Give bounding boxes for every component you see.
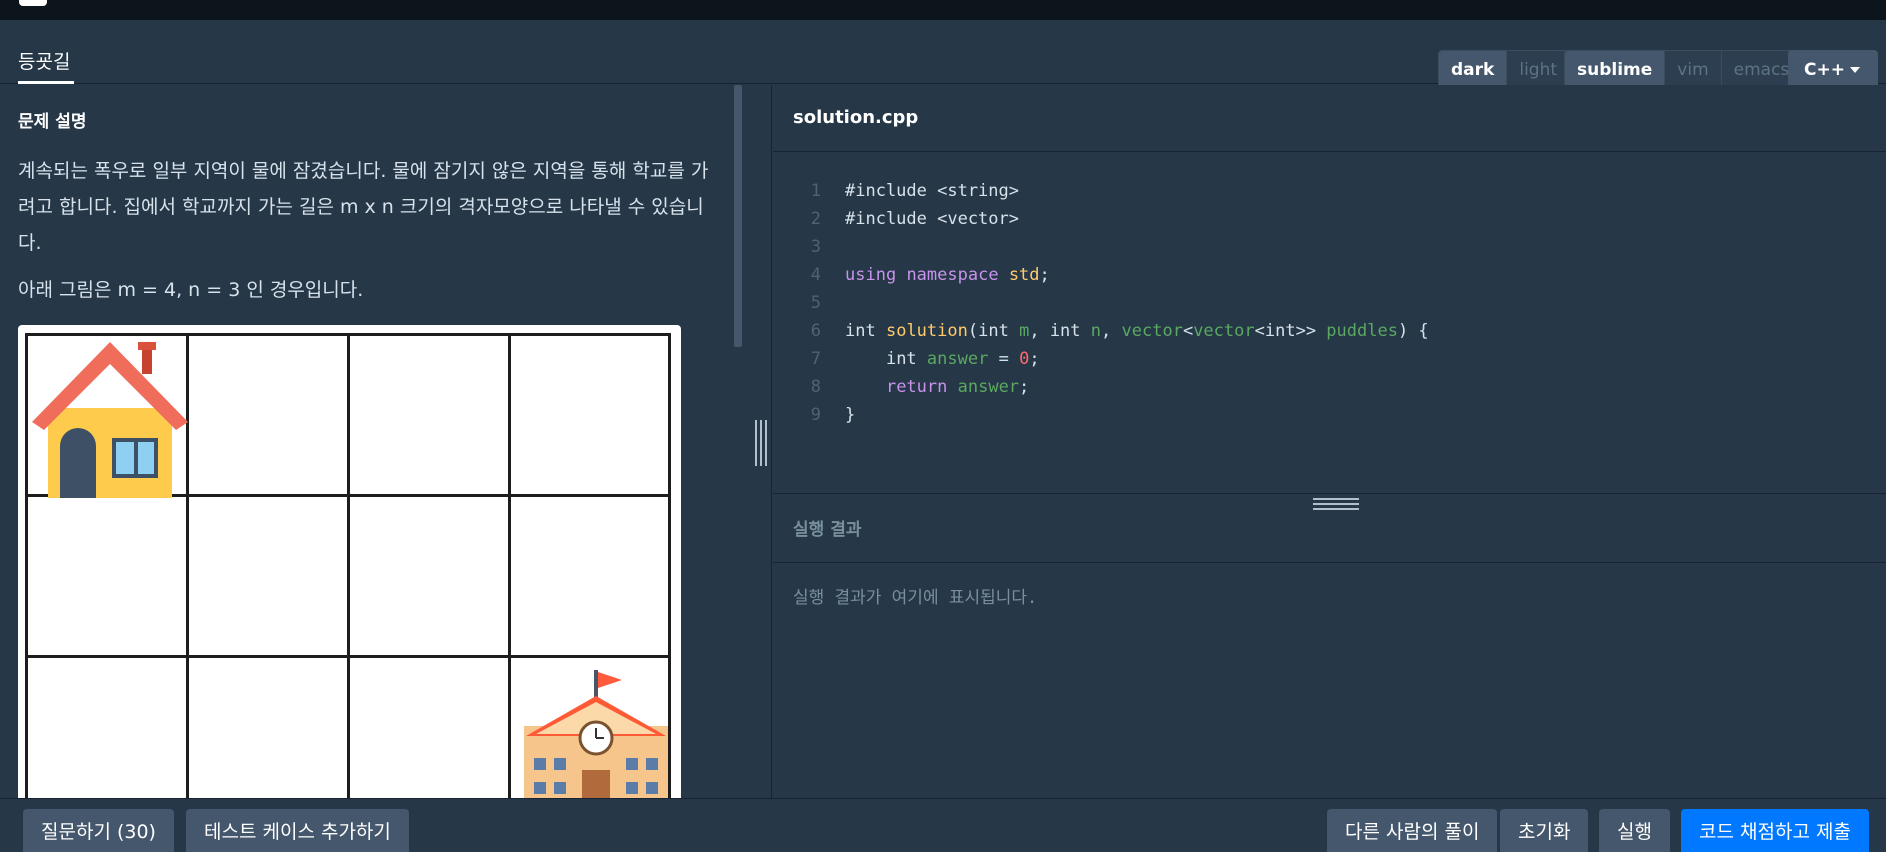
code-line: 7 int answer = 0; bbox=[773, 345, 1886, 373]
keymap-vim-button[interactable]: vim bbox=[1664, 51, 1720, 89]
code-line: 2 #include <vector> bbox=[773, 205, 1886, 233]
tab-active-indicator bbox=[18, 81, 74, 84]
logo[interactable] bbox=[19, 0, 47, 6]
language-select-label: C++ bbox=[1804, 60, 1845, 80]
result-divider bbox=[773, 493, 1886, 494]
run-button[interactable]: 실행 bbox=[1599, 809, 1670, 852]
grid-line bbox=[347, 336, 350, 798]
line-number: 5 bbox=[810, 293, 821, 313]
problem-section-title: 문제 설명 bbox=[18, 112, 87, 132]
result-splitter-grip-icon[interactable] bbox=[1313, 498, 1359, 510]
code-line: 1 #include <string> bbox=[773, 177, 1886, 205]
result-title: 실행 결과 bbox=[793, 520, 862, 540]
grid-line bbox=[508, 336, 511, 798]
theme-dark-button[interactable]: dark bbox=[1439, 51, 1507, 89]
editor-pane: solution.cpp 1 #include <string> 2 #includ… bbox=[773, 85, 1886, 798]
result-separator bbox=[773, 562, 1886, 563]
grid-figure bbox=[25, 333, 671, 798]
house-icon bbox=[32, 342, 188, 498]
reset-button[interactable]: 초기화 bbox=[1500, 809, 1589, 852]
submit-button[interactable]: 코드 채점하고 제출 bbox=[1681, 809, 1869, 852]
code-line: 8 return answer; bbox=[773, 373, 1886, 401]
problem-figure bbox=[18, 325, 681, 798]
code-line: 9} bbox=[773, 401, 1886, 429]
figure-caption: 아래 그림은 m = 4, n = 3 인 경우입니다. bbox=[18, 279, 364, 301]
line-number: 9 bbox=[810, 405, 821, 425]
code-line: 6 int solution(int m, int n, vector<vecto… bbox=[773, 317, 1886, 345]
problem-pane: 문제 설명 계속되는 폭우로 일부 지역이 물에 잠겼습니다. 물에 잠기지 않… bbox=[0, 85, 742, 798]
caret-down-icon bbox=[1850, 67, 1860, 73]
code-line: 4 using namespace std; bbox=[773, 261, 1886, 289]
footer-toolbar: 질문하기 (30) 테스트 케이스 추가하기 다른 사람의 풀이 초기화 실행 … bbox=[0, 798, 1886, 852]
line-number: 2 bbox=[810, 209, 821, 229]
line-number: 6 bbox=[810, 321, 821, 341]
pane-splitter[interactable] bbox=[742, 85, 772, 798]
theme-toggle: dark light bbox=[1438, 50, 1571, 90]
line-number: 8 bbox=[810, 377, 821, 397]
keymap-sublime-button[interactable]: sublime bbox=[1565, 51, 1665, 89]
problem-scrollbar[interactable] bbox=[734, 85, 742, 347]
editor-file-header: solution.cpp bbox=[773, 85, 1886, 152]
tab-problem-title[interactable]: 등굣길 bbox=[18, 40, 74, 84]
code-line: 5 bbox=[773, 289, 1886, 317]
others-solutions-button[interactable]: 다른 사람의 풀이 bbox=[1327, 809, 1498, 852]
keymap-toggle: sublime vim emacs bbox=[1564, 50, 1803, 90]
code-editor[interactable]: 1 #include <string> 2 #include <vector> 3 … bbox=[773, 177, 1886, 429]
header: 등굣길 dark light sublime vim emacs C++ bbox=[0, 20, 1886, 90]
top-bar bbox=[0, 0, 1886, 20]
ask-question-button[interactable]: 질문하기 (30) bbox=[23, 809, 174, 852]
language-select[interactable]: C++ bbox=[1788, 50, 1878, 90]
file-name: solution.cpp bbox=[793, 107, 919, 128]
line-number: 3 bbox=[810, 237, 821, 257]
code-line: 3 bbox=[773, 233, 1886, 261]
problem-description: 계속되는 폭우로 일부 지역이 물에 잠겼습니다. 물에 잠기지 않은 지역을 … bbox=[18, 160, 709, 254]
line-number: 4 bbox=[810, 265, 821, 285]
grid-line bbox=[28, 655, 668, 658]
result-output: 실행 결과가 여기에 표시됩니다. bbox=[793, 588, 1038, 608]
splitter-grip-icon[interactable] bbox=[755, 420, 767, 466]
school-icon bbox=[524, 670, 668, 798]
theme-light-button[interactable]: light bbox=[1506, 51, 1569, 89]
tab-problem-title-label: 등굣길 bbox=[18, 51, 71, 73]
add-testcase-button[interactable]: 테스트 케이스 추가하기 bbox=[186, 809, 409, 852]
line-number: 7 bbox=[810, 349, 821, 369]
line-number: 1 bbox=[810, 181, 821, 201]
